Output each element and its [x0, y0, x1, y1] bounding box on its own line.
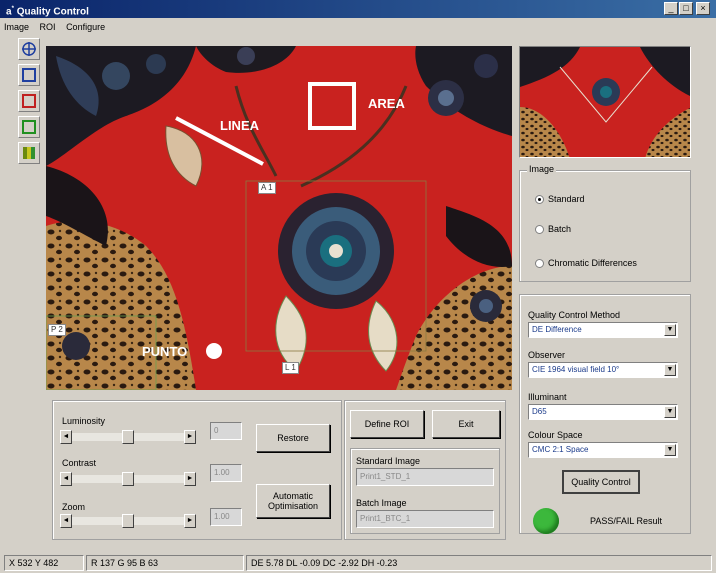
menu-roi[interactable]: ROI [36, 19, 60, 35]
luminosity-label: Luminosity [62, 416, 106, 426]
define-roi-button[interactable]: Define ROI [350, 410, 424, 438]
thumbnail-preview[interactable] [519, 46, 691, 158]
radio-chromatic[interactable]: Chromatic Differences [535, 258, 637, 269]
luminosity-value[interactable]: 0 [210, 422, 242, 440]
fabric-image [46, 46, 512, 390]
title-bar: a* Quality Control [0, 0, 716, 18]
quality-control-button[interactable]: Quality Control [562, 470, 640, 494]
batch-image-field[interactable]: Print1_BTC_1 [356, 510, 494, 528]
arrow-right-icon[interactable]: ► [184, 472, 196, 486]
status-differences: DE 5.78 DL -0.09 DC -2.92 DH -0.23 [246, 555, 712, 571]
blue-roi-tool-button[interactable] [18, 64, 40, 86]
radio-batch-indicator[interactable] [535, 225, 544, 235]
colour-space-select[interactable]: CMC 2:1 Space ▼ [528, 442, 678, 458]
pass-fail-indicator [533, 508, 559, 534]
arrow-left-icon[interactable]: ◄ [60, 430, 72, 444]
pass-fail-label: PASS/FAIL Result [590, 516, 663, 526]
status-rgb: R 137 G 95 B 63 [86, 555, 244, 571]
chevron-down-icon[interactable]: ▼ [664, 364, 676, 376]
method-value: DE Difference [532, 325, 582, 334]
thumbnail-image [520, 47, 690, 157]
illuminant-value: D65 [532, 407, 547, 416]
slider-thumb[interactable] [122, 430, 134, 444]
radio-standard-indicator[interactable] [535, 195, 544, 205]
blue-square-icon [22, 68, 36, 82]
slider-thumb[interactable] [122, 472, 134, 486]
green-roi-tool-button[interactable] [18, 116, 40, 138]
close-button[interactable]: × [696, 2, 710, 15]
observer-label: Observer [528, 350, 566, 360]
radio-standard-label: Standard [548, 194, 585, 204]
roi-tag-line[interactable]: L 1 [282, 362, 299, 374]
image-group-label: Image [527, 164, 557, 174]
luminosity-slider[interactable]: ◄ ► [60, 430, 196, 444]
crosshair-icon [22, 42, 36, 56]
method-select[interactable]: DE Difference ▼ [528, 322, 678, 338]
radio-standard[interactable]: Standard [535, 194, 585, 205]
roi-tag-area[interactable]: A 1 [258, 182, 276, 194]
minimize-button[interactable]: _ [664, 2, 678, 15]
arrow-right-icon[interactable]: ► [184, 430, 196, 444]
image-canvas[interactable]: LINEA AREA PUNTO A 1 P 2 L 1 [46, 46, 512, 390]
menu-bar: Image ROI Configure [0, 19, 716, 35]
contrast-label: Contrast [62, 458, 97, 468]
automatic-optimisation-button[interactable]: Automatic Optimisation [256, 484, 330, 518]
radio-batch-label: Batch [548, 224, 572, 234]
crosshair-tool-button[interactable] [18, 38, 40, 60]
slider-thumb[interactable] [122, 514, 134, 528]
punto-dot [206, 343, 222, 359]
zoom-label: Zoom [62, 502, 86, 512]
restore-button[interactable]: Restore [256, 424, 330, 452]
observer-select[interactable]: CIE 1964 visual field 10° ▼ [528, 362, 678, 378]
gradient-tool-button[interactable] [18, 142, 40, 164]
colour-space-label: Colour Space [528, 430, 583, 440]
gradient-bars-icon [23, 147, 35, 159]
illuminant-select[interactable]: D65 ▼ [528, 404, 678, 420]
exit-button[interactable]: Exit [432, 410, 500, 438]
contrast-slider[interactable]: ◄ ► [60, 472, 196, 486]
status-bar: X 532 Y 482 R 137 G 95 B 63 DE 5.78 DL -… [0, 553, 716, 573]
radio-batch[interactable]: Batch [535, 224, 572, 235]
standard-image-label: Standard Image [356, 456, 421, 466]
contrast-value[interactable]: 1.00 [210, 464, 242, 482]
linea-label: LINEA [220, 118, 259, 133]
arrow-left-icon[interactable]: ◄ [60, 514, 72, 528]
green-square-icon [22, 120, 36, 134]
chevron-down-icon[interactable]: ▼ [664, 444, 676, 456]
standard-image-field[interactable]: Print1_STD_1 [356, 468, 494, 486]
observer-value: CIE 1964 visual field 10° [532, 365, 620, 374]
status-coords: X 532 Y 482 [4, 555, 84, 571]
window-title: Quality Control [16, 6, 89, 18]
punto-label: PUNTO [142, 344, 188, 359]
arrow-left-icon[interactable]: ◄ [60, 472, 72, 486]
radio-chromatic-label: Chromatic Differences [548, 258, 637, 268]
area-label: AREA [368, 96, 405, 111]
colour-space-value: CMC 2:1 Space [532, 445, 589, 454]
red-square-icon [22, 94, 36, 108]
roi-tag-point[interactable]: P 2 [48, 324, 66, 336]
chevron-down-icon[interactable]: ▼ [664, 324, 676, 336]
zoom-value[interactable]: 1.00 [210, 508, 242, 526]
red-roi-tool-button[interactable] [18, 90, 40, 112]
menu-image[interactable]: Image [0, 19, 33, 35]
zoom-slider[interactable]: ◄ ► [60, 514, 196, 528]
maximize-button[interactable]: □ [679, 2, 693, 15]
chevron-down-icon[interactable]: ▼ [664, 406, 676, 418]
batch-image-label: Batch Image [356, 498, 407, 508]
radio-chromatic-indicator[interactable] [535, 259, 544, 269]
arrow-right-icon[interactable]: ► [184, 514, 196, 528]
illuminant-label: Illuminant [528, 392, 567, 402]
menu-configure[interactable]: Configure [62, 19, 109, 35]
method-label: Quality Control Method [528, 310, 621, 320]
